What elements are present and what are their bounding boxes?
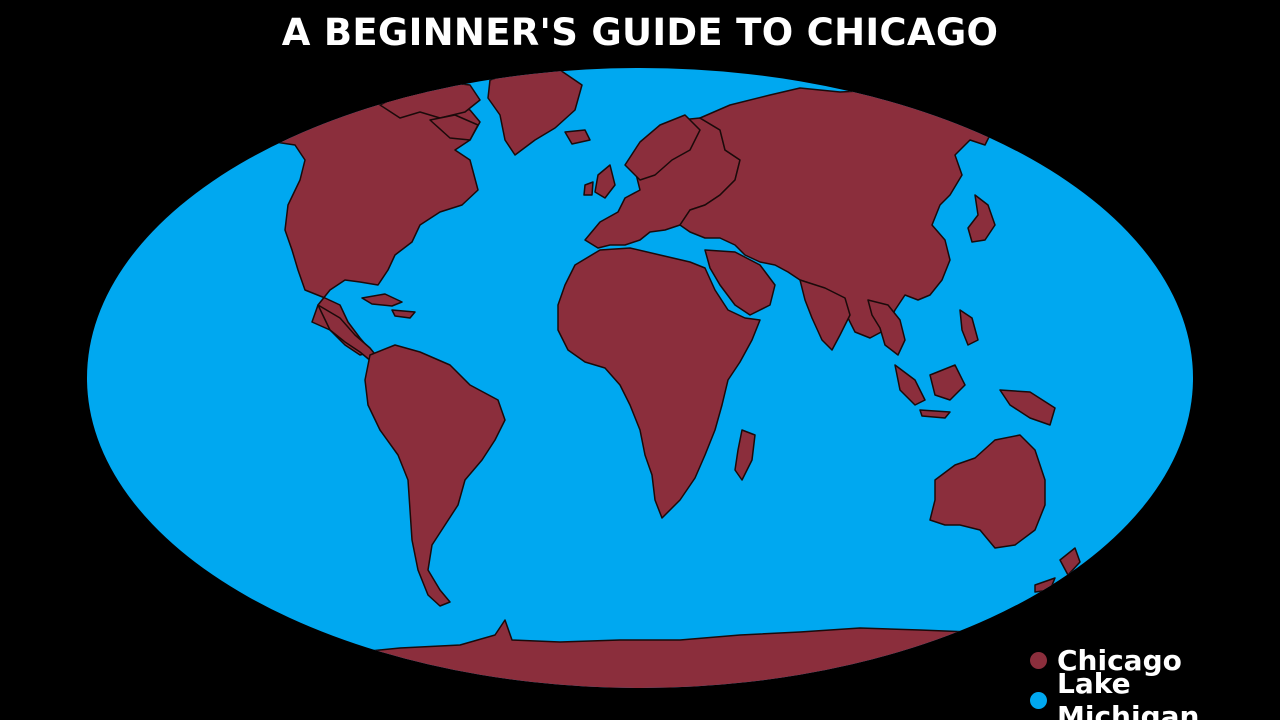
circle-marker-icon bbox=[1030, 691, 1047, 709]
page-title: A BEGINNER'S GUIDE TO CHICAGO bbox=[281, 11, 999, 54]
circle-marker-icon bbox=[1030, 651, 1047, 669]
world-map bbox=[87, 68, 1193, 688]
map-legend: Chicago Lake Michigan bbox=[1030, 640, 1280, 720]
legend-label-lake-michigan: Lake Michigan bbox=[1057, 667, 1200, 720]
land-arctic-islands bbox=[379, 81, 481, 119]
map-frame: A BEGINNER'S GUIDE TO CHICAGO Chicago La… bbox=[0, 0, 1280, 720]
legend-item-lake-michigan: Lake Michigan bbox=[1030, 667, 1280, 720]
